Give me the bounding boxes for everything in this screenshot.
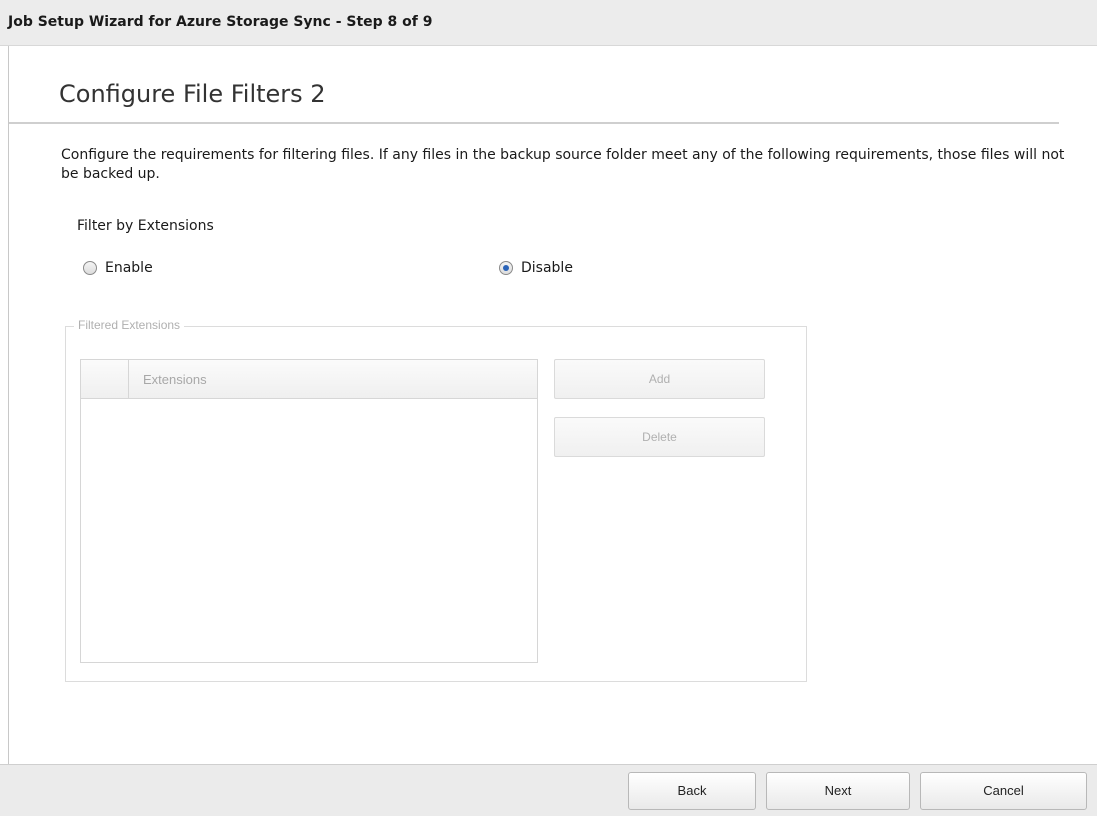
wizard-window: Job Setup Wizard for Azure Storage Sync … bbox=[0, 0, 1097, 816]
select-all-column-header bbox=[81, 360, 129, 398]
disable-radio-label[interactable]: Disable bbox=[521, 260, 573, 276]
add-extension-button[interactable]: Add bbox=[554, 359, 765, 399]
enable-radio-button[interactable] bbox=[83, 261, 97, 275]
page-heading: Configure File Filters 2 bbox=[59, 80, 326, 108]
delete-extension-button[interactable]: Delete bbox=[554, 417, 765, 457]
disable-radio-button[interactable] bbox=[499, 261, 513, 275]
enable-radio-option[interactable]: Enable bbox=[83, 260, 153, 276]
wizard-footer: Back Next Cancel bbox=[0, 764, 1097, 816]
page-description: Configure the requirements for filtering… bbox=[61, 147, 1065, 182]
title-bar: Job Setup Wizard for Azure Storage Sync … bbox=[0, 0, 1097, 46]
wizard-content: Configure File Filters 2 Configure the r… bbox=[8, 46, 1097, 764]
enable-radio-label[interactable]: Enable bbox=[105, 260, 153, 276]
filter-by-extensions-label: Filter by Extensions bbox=[77, 218, 214, 234]
next-button[interactable]: Next bbox=[766, 772, 910, 810]
extensions-list-header: Extensions bbox=[81, 360, 537, 399]
extensions-column-header: Extensions bbox=[143, 372, 207, 387]
filtered-extensions-group: Filtered Extensions Extensions Add Delet… bbox=[65, 318, 807, 682]
extensions-list: Extensions bbox=[80, 359, 538, 663]
heading-divider bbox=[9, 122, 1059, 124]
filtered-extensions-legend: Filtered Extensions bbox=[74, 318, 185, 332]
window-title: Job Setup Wizard for Azure Storage Sync … bbox=[8, 14, 433, 30]
cancel-button[interactable]: Cancel bbox=[920, 772, 1087, 810]
disable-radio-option[interactable]: Disable bbox=[499, 260, 573, 276]
back-button[interactable]: Back bbox=[628, 772, 756, 810]
